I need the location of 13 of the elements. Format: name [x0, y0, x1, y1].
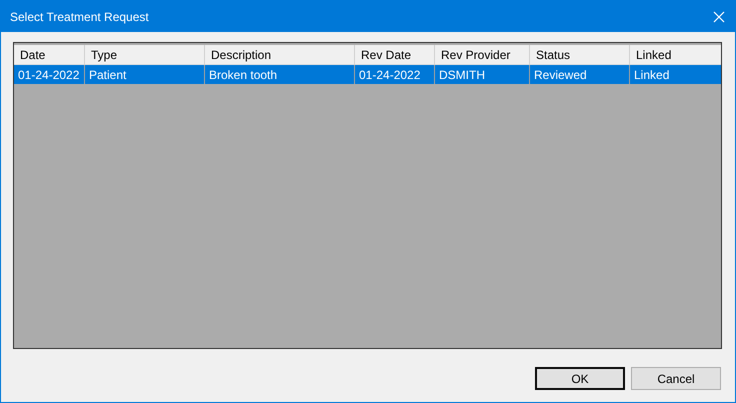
table-cell-text: 01-24-2022 — [17, 66, 80, 84]
ok-button[interactable]: OK — [535, 367, 625, 390]
table-cell: Linked — [629, 65, 720, 84]
close-icon[interactable] — [713, 10, 725, 22]
table-cell: Patient — [84, 65, 204, 84]
table-row[interactable]: 01-24-2022 Patient Broken tooth 01-24-2022 DSMITH Reviewed Linked — [14, 65, 721, 84]
cancel-button[interactable]: Cancel — [631, 367, 721, 390]
column-header[interactable]: Date — [14, 45, 84, 65]
table-cell: Reviewed — [529, 65, 629, 84]
table-cell: 01-24-2022 — [354, 65, 434, 84]
table-cell: DSMITH — [434, 65, 529, 84]
window-title: Select Treatment Request — [10, 8, 149, 26]
table-cell: Broken tooth — [204, 65, 354, 84]
